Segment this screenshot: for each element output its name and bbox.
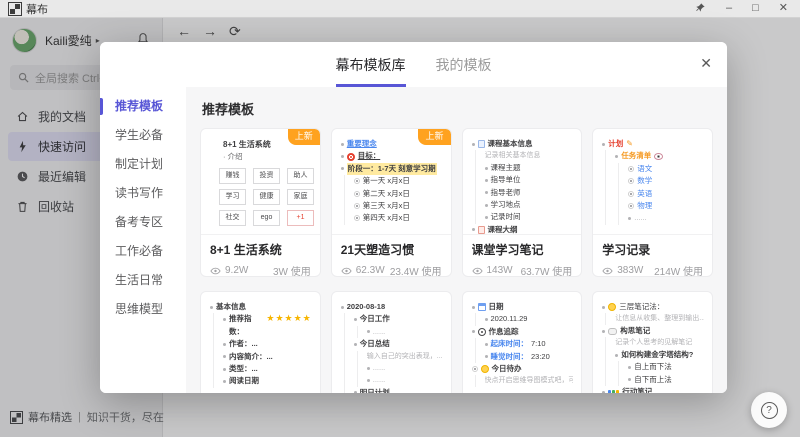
- view-count: 383W: [617, 265, 643, 276]
- tab-my-templates[interactable]: 我的模板: [436, 55, 492, 87]
- minimize-button[interactable]: –: [726, 3, 732, 14]
- window-title: 幕布: [26, 1, 48, 17]
- target-icon: [347, 153, 355, 161]
- eyes-icon: [654, 153, 663, 160]
- modal-header: 幕布模板库 我的模板 ✕: [100, 42, 727, 87]
- template-card-21days[interactable]: 上新 重要理念 目标： 阶段一：1-7天 刻意学习期 第一天 x月x日 第二天 …: [331, 128, 452, 277]
- life-grid: 赚钱 投资 助人 学习 健康 家庭 社交 ego +1: [219, 168, 312, 226]
- help-icon: ?: [761, 402, 778, 419]
- use-count: 3W 使用: [273, 263, 311, 277]
- mubu-logo-icon: [10, 4, 20, 14]
- card-title: 8+1 生活系统: [210, 241, 311, 258]
- modal-close-icon[interactable]: ✕: [700, 55, 712, 72]
- views-eye-icon: [472, 267, 483, 275]
- app-window: 幕布 – □ ✕ Kaili愛纯 ▸: [0, 0, 800, 437]
- bulb-icon: [608, 303, 616, 311]
- use-count: 214W 使用: [654, 263, 703, 277]
- document-icon: [478, 226, 485, 234]
- view-count: 9.2W: [225, 265, 248, 276]
- template-main: 推荐模板 上新 8+1 生活系统 · 介绍 赚钱 投资 助人 学习: [186, 87, 727, 393]
- template-card-study-log[interactable]: 计划✎ 任务清单 语文 数学 英语 物理 ......: [592, 128, 713, 277]
- pencil-icon: ✎: [626, 140, 633, 148]
- category-daily-life[interactable]: 生活日常: [100, 266, 186, 295]
- views-eye-icon: [341, 267, 352, 275]
- category-thinking-models[interactable]: 思维模型: [100, 295, 186, 324]
- new-badge: 上新: [418, 129, 450, 145]
- template-card-daily-journal[interactable]: 2020-08-18 今日工作 ...... 今日总结 输入自己的突出表现，..…: [331, 291, 452, 393]
- category-students[interactable]: 学生必备: [100, 121, 186, 150]
- category-exam-prep[interactable]: 备考专区: [100, 208, 186, 237]
- section-heading: 推荐模板: [202, 99, 713, 118]
- category-work[interactable]: 工作必备: [100, 237, 186, 266]
- views-eye-icon: [602, 267, 613, 275]
- views-eye-icon: [210, 267, 221, 275]
- template-library-modal: 幕布模板库 我的模板 ✕ 推荐模板 学生必备 制定计划 读书写作 备考专区 工作…: [100, 42, 727, 393]
- card-title: 课堂学习笔记: [472, 241, 573, 258]
- template-card-class-notes[interactable]: 课程基本信息 记录相关基本信息 课程主题 指导单位 指导老师 学习地点 记录时间…: [462, 128, 583, 277]
- titlebar: 幕布 – □ ✕: [0, 0, 800, 18]
- template-card-8plus1[interactable]: 上新 8+1 生活系统 · 介绍 赚钱 投资 助人 学习 健康 家庭: [200, 128, 321, 277]
- category-recommended[interactable]: 推荐模板: [100, 92, 186, 121]
- pin-icon[interactable]: [695, 2, 706, 16]
- card-title: 21天塑造习惯: [341, 241, 442, 258]
- alarm-clock-icon: [478, 328, 486, 336]
- use-count: 23.4W 使用: [390, 263, 442, 277]
- calendar-icon: [478, 303, 486, 311]
- speech-bubble-icon: [608, 328, 617, 335]
- tab-template-library[interactable]: 幕布模板库: [336, 55, 406, 87]
- category-planning[interactable]: 制定计划: [100, 150, 186, 179]
- view-count: 143W: [487, 265, 513, 276]
- new-badge: 上新: [288, 129, 320, 145]
- template-card-book-notes[interactable]: 基本信息 推荐指数：★★★★★ 作者：... 内容简介：... 类型：... 阅…: [200, 291, 321, 393]
- modal-body: 推荐模板 学生必备 制定计划 读书写作 备考专区 工作必备 生活日常 思维模型 …: [100, 87, 727, 393]
- help-button[interactable]: ?: [751, 392, 787, 428]
- template-grid: 上新 8+1 生活系统 · 介绍 赚钱 投资 助人 学习 健康 家庭: [200, 128, 713, 393]
- close-button[interactable]: ✕: [779, 3, 788, 14]
- document-icon: [478, 140, 485, 148]
- category-reading-writing[interactable]: 读书写作: [100, 179, 186, 208]
- maximize-button[interactable]: □: [752, 3, 759, 14]
- bulb-icon: [481, 365, 489, 373]
- template-card-three-layer-notes[interactable]: 三层笔记法： 让信息从收集、整理到输出... 构思笔记 记录个人思考的见解笔记 …: [592, 291, 713, 393]
- card-title: 学习记录: [602, 241, 703, 258]
- rating-stars: ★★★★★: [266, 313, 311, 324]
- category-sidebar: 推荐模板 学生必备 制定计划 读书写作 备考专区 工作必备 生活日常 思维模型: [100, 87, 186, 393]
- template-card-daily-tracker[interactable]: 日期 2020.11.29 作息追踪 起床时间：7:10 睡觉时间：23:20 …: [462, 291, 583, 393]
- view-count: 62.3W: [356, 265, 385, 276]
- use-count: 63.7W 使用: [521, 263, 573, 277]
- runner-icon: [608, 390, 619, 393]
